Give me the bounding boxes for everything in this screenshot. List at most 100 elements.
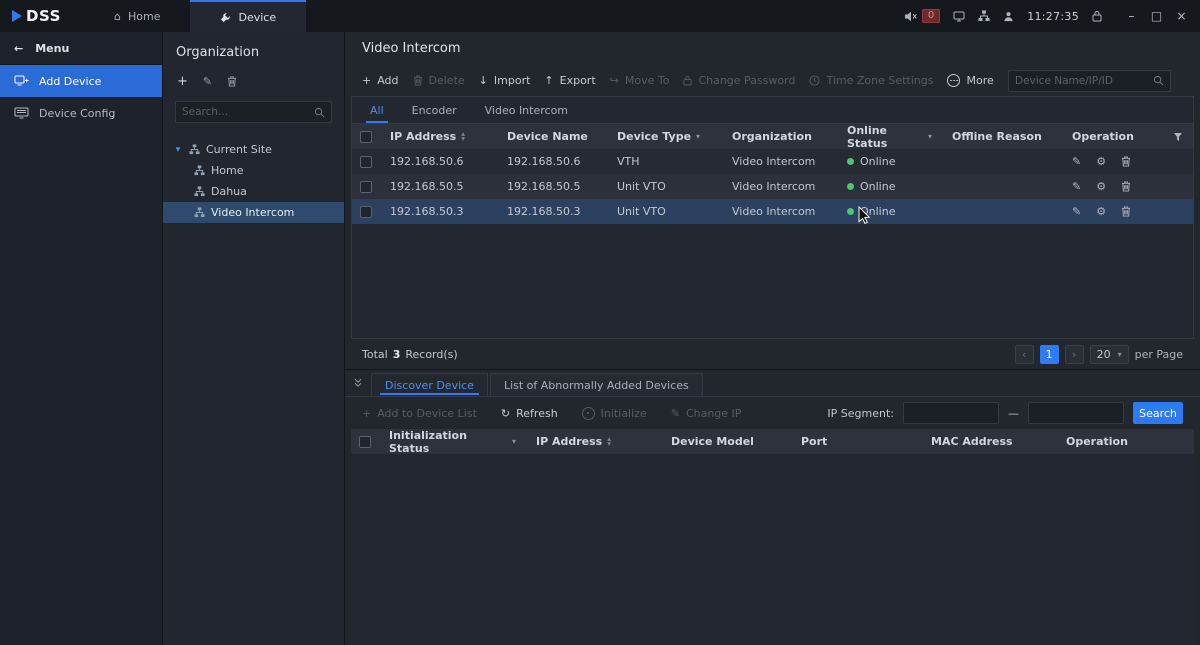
user-icon[interactable] [1003,11,1014,22]
header-online-status[interactable]: Online Status ▾ [837,124,942,149]
import-icon: ↓ [479,75,488,86]
organization-panel: Organization + ✎ ▾ Current Site Home Dah… [162,32,345,645]
add-button[interactable]: + Add [362,74,399,87]
table-row[interactable]: 192.168.50.3 192.168.50.3 Unit VTO Video… [352,199,1193,224]
delete-button[interactable]: Delete [413,74,465,87]
app-body: ← Menu Add Device Device Config Organiza… [0,32,1200,645]
network-tree-icon[interactable] [978,10,990,22]
filter-caret-icon[interactable]: ▾ [928,132,932,141]
table-row[interactable]: 192.168.50.5 192.168.50.5 Unit VTO Video… [352,174,1193,199]
discover-table-empty [351,454,1194,645]
page-size-select[interactable]: 20 ▾ [1090,345,1129,364]
next-page-button[interactable]: › [1065,345,1084,364]
org-search-input[interactable] [182,106,308,118]
tab-encoder[interactable]: Encoder [398,97,471,123]
edit-device-icon[interactable]: ✎ [1072,180,1081,193]
sidebar-item-add-device[interactable]: Add Device [0,65,162,97]
tab-abnormal-devices[interactable]: List of Abnormally Added Devices [490,373,703,396]
delete-device-icon[interactable] [1121,156,1131,167]
tab-all[interactable]: All [356,97,398,123]
dss-logo-icon [12,10,22,22]
filter-funnel-icon[interactable] [1173,132,1183,142]
tab-discover-device[interactable]: Discover Device [371,373,488,396]
ip-segment-end-input[interactable] [1028,402,1124,424]
edit-device-icon[interactable]: ✎ [1072,155,1081,168]
page-1-button[interactable]: 1 [1040,345,1059,364]
device-config-gear-icon[interactable]: ⚙ [1096,155,1106,168]
table-row[interactable]: 192.168.50.6 192.168.50.6 VTH Video Inte… [352,149,1193,174]
delete-org-icon[interactable] [227,76,237,87]
menu-label: Menu [35,42,69,55]
collapse-panel-icon[interactable] [353,378,363,388]
header-initialization-status[interactable]: Initialization Status ▾ [379,429,526,454]
status-label: Online [860,180,895,193]
expand-caret-icon[interactable]: ▾ [173,145,183,155]
delete-device-icon[interactable] [1121,206,1131,217]
select-all-checkbox[interactable] [359,436,371,448]
search-icon[interactable] [314,107,325,118]
row-checkbox[interactable] [360,181,372,193]
time-zone-button[interactable]: Time Zone Settings [809,74,933,87]
header-ip-address[interactable]: IP Address ▴▾ [380,124,497,149]
edit-device-icon[interactable]: ✎ [1072,205,1081,218]
header-port: Port [791,429,921,454]
alarm-count-badge[interactable]: 0 [922,9,940,23]
row-checkbox[interactable] [360,206,372,218]
row-checkbox[interactable] [360,156,372,168]
device-search-box [1008,70,1171,92]
tab-home[interactable]: ⌂ Home [84,0,190,32]
lock-icon[interactable] [1092,10,1102,22]
tree-node-dahua[interactable]: Dahua [163,181,344,202]
sort-icon[interactable]: ▴▾ [461,132,465,141]
org-tree: ▾ Current Site Home Dahua Video Intercom [163,135,344,645]
move-to-icon: ↪ [610,75,619,86]
cell-online-status: Online [837,155,942,168]
close-button[interactable]: × [1169,0,1194,32]
maximize-button[interactable]: □ [1144,0,1169,32]
segment-search-button[interactable]: Search [1133,402,1183,424]
minimize-button[interactable]: – [1119,0,1144,32]
ip-segment-start-input[interactable] [903,402,999,424]
delete-device-icon[interactable] [1121,181,1131,192]
tree-node-video-intercom[interactable]: Video Intercom [163,202,344,223]
sidebar-item-label: Add Device [39,75,101,88]
header-label: Operation [1066,435,1128,448]
change-ip-button[interactable]: ✎ Change IP [671,407,742,420]
move-to-button[interactable]: ↪ Move To [610,74,670,87]
initialize-button[interactable]: Initialize [582,407,647,420]
import-button[interactable]: ↓ Import [479,74,531,87]
more-button[interactable]: More [947,74,993,87]
discover-panel: Discover Device List of Abnormally Added… [345,369,1200,645]
header-label: Offline Reason [952,130,1042,143]
select-all-checkbox[interactable] [360,131,372,143]
header-device-type[interactable]: Device Type ▾ [607,124,722,149]
edit-org-icon[interactable]: ✎ [203,75,212,88]
device-config-gear-icon[interactable]: ⚙ [1096,180,1106,193]
tree-node-current-site[interactable]: ▾ Current Site [163,139,344,160]
add-to-device-list-button[interactable]: + Add to Device List [362,407,477,420]
change-password-button[interactable]: Change Password [683,74,795,87]
more-icon [947,74,960,87]
cell-device-name: 192.168.50.3 [497,205,607,218]
header-label: MAC Address [931,435,1013,448]
sidebar-item-device-config[interactable]: Device Config [0,97,162,129]
site-icon [189,144,200,155]
device-config-gear-icon[interactable]: ⚙ [1096,205,1106,218]
filter-caret-icon[interactable]: ▾ [696,132,700,141]
tab-video-intercom[interactable]: Video Intercom [471,97,582,123]
menu-header[interactable]: ← Menu [0,32,162,65]
device-search-input[interactable] [1015,75,1147,87]
header-ip-address[interactable]: IP Address ▴▾ [526,429,661,454]
refresh-button[interactable]: ↻ Refresh [501,407,558,420]
tree-node-home[interactable]: Home [163,160,344,181]
mute-icon[interactable] [904,11,918,22]
tab-device[interactable]: Device [190,0,306,32]
add-org-icon[interactable]: + [177,74,188,89]
search-icon[interactable] [1153,75,1164,86]
back-arrow-icon[interactable]: ← [14,42,23,55]
monitor-icon[interactable] [953,11,965,22]
sort-icon[interactable]: ▴▾ [607,437,611,446]
prev-page-button[interactable]: ‹ [1015,345,1034,364]
export-button[interactable]: ↑ Export [544,74,595,87]
filter-caret-icon[interactable]: ▾ [512,437,516,446]
